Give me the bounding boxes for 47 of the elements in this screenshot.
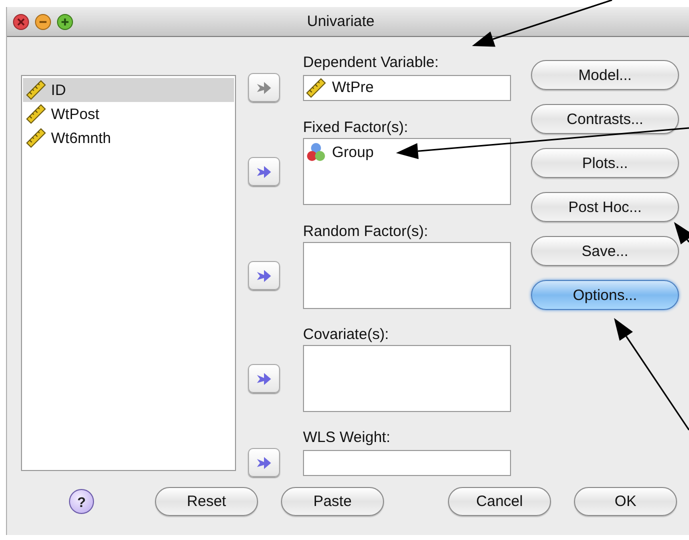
arrow-icon	[256, 456, 272, 470]
ruler-icon	[26, 80, 46, 100]
move-button[interactable]	[248, 157, 280, 186]
arrow-icon	[256, 164, 272, 178]
zoom-icon[interactable]	[57, 14, 73, 30]
arrow-icon	[256, 268, 272, 282]
dialog-button[interactable]: Paste	[281, 487, 384, 516]
box-label: Dependent Variable:	[303, 53, 440, 72]
ruler-icon	[306, 78, 326, 98]
minimize-icon[interactable]	[35, 14, 51, 30]
variable-item[interactable]: WtPost	[23, 102, 234, 126]
dialog-button[interactable]: Cancel	[448, 487, 551, 516]
move-button[interactable]	[248, 364, 280, 393]
arrow-icon	[256, 80, 272, 94]
variable-box[interactable]	[303, 345, 511, 412]
variable-name: Wt6mnth	[51, 130, 112, 146]
box-label: WLS Weight:	[303, 428, 392, 447]
variable-name: ID	[51, 82, 66, 98]
dialog-button[interactable]: Plots...	[531, 148, 679, 178]
variable-list[interactable]: ID WtPost Wt6mnth	[21, 75, 236, 471]
nominal-icon	[306, 142, 326, 162]
dialog-button[interactable]: Post Hoc...	[531, 192, 679, 222]
window-title: Univariate	[307, 13, 375, 30]
variable-name: WtPost	[51, 106, 100, 122]
variable-box[interactable]	[303, 242, 511, 309]
dialog-button[interactable]: OK	[574, 487, 677, 516]
dialog-button[interactable]: Reset	[155, 487, 258, 516]
box-label: Fixed Factor(s):	[303, 118, 410, 137]
box-label: Covariate(s):	[303, 325, 390, 344]
variable-item[interactable]: Wt6mnth	[23, 126, 234, 150]
variable-item[interactable]: ID	[23, 78, 234, 102]
variable-name: WtPre	[332, 79, 374, 96]
close-icon[interactable]	[13, 14, 29, 30]
dialog-button[interactable]: Model...	[531, 60, 679, 90]
box-label: Random Factor(s):	[303, 222, 430, 241]
variable-name: Group	[332, 144, 374, 160]
dialog-button[interactable]: Contrasts...	[531, 104, 679, 134]
variable-box[interactable]: Group	[303, 138, 511, 205]
arrow-icon	[256, 372, 272, 386]
variable-field[interactable]	[303, 450, 511, 476]
dialog-button[interactable]: Options...	[531, 280, 679, 310]
dialog-button[interactable]: Save...	[531, 236, 679, 266]
move-button[interactable]	[248, 448, 280, 477]
help-button[interactable]: ?	[69, 489, 94, 514]
move-button[interactable]	[248, 261, 280, 290]
annotation-arrow	[674, 222, 689, 244]
variable-item[interactable]: Group	[306, 141, 508, 163]
